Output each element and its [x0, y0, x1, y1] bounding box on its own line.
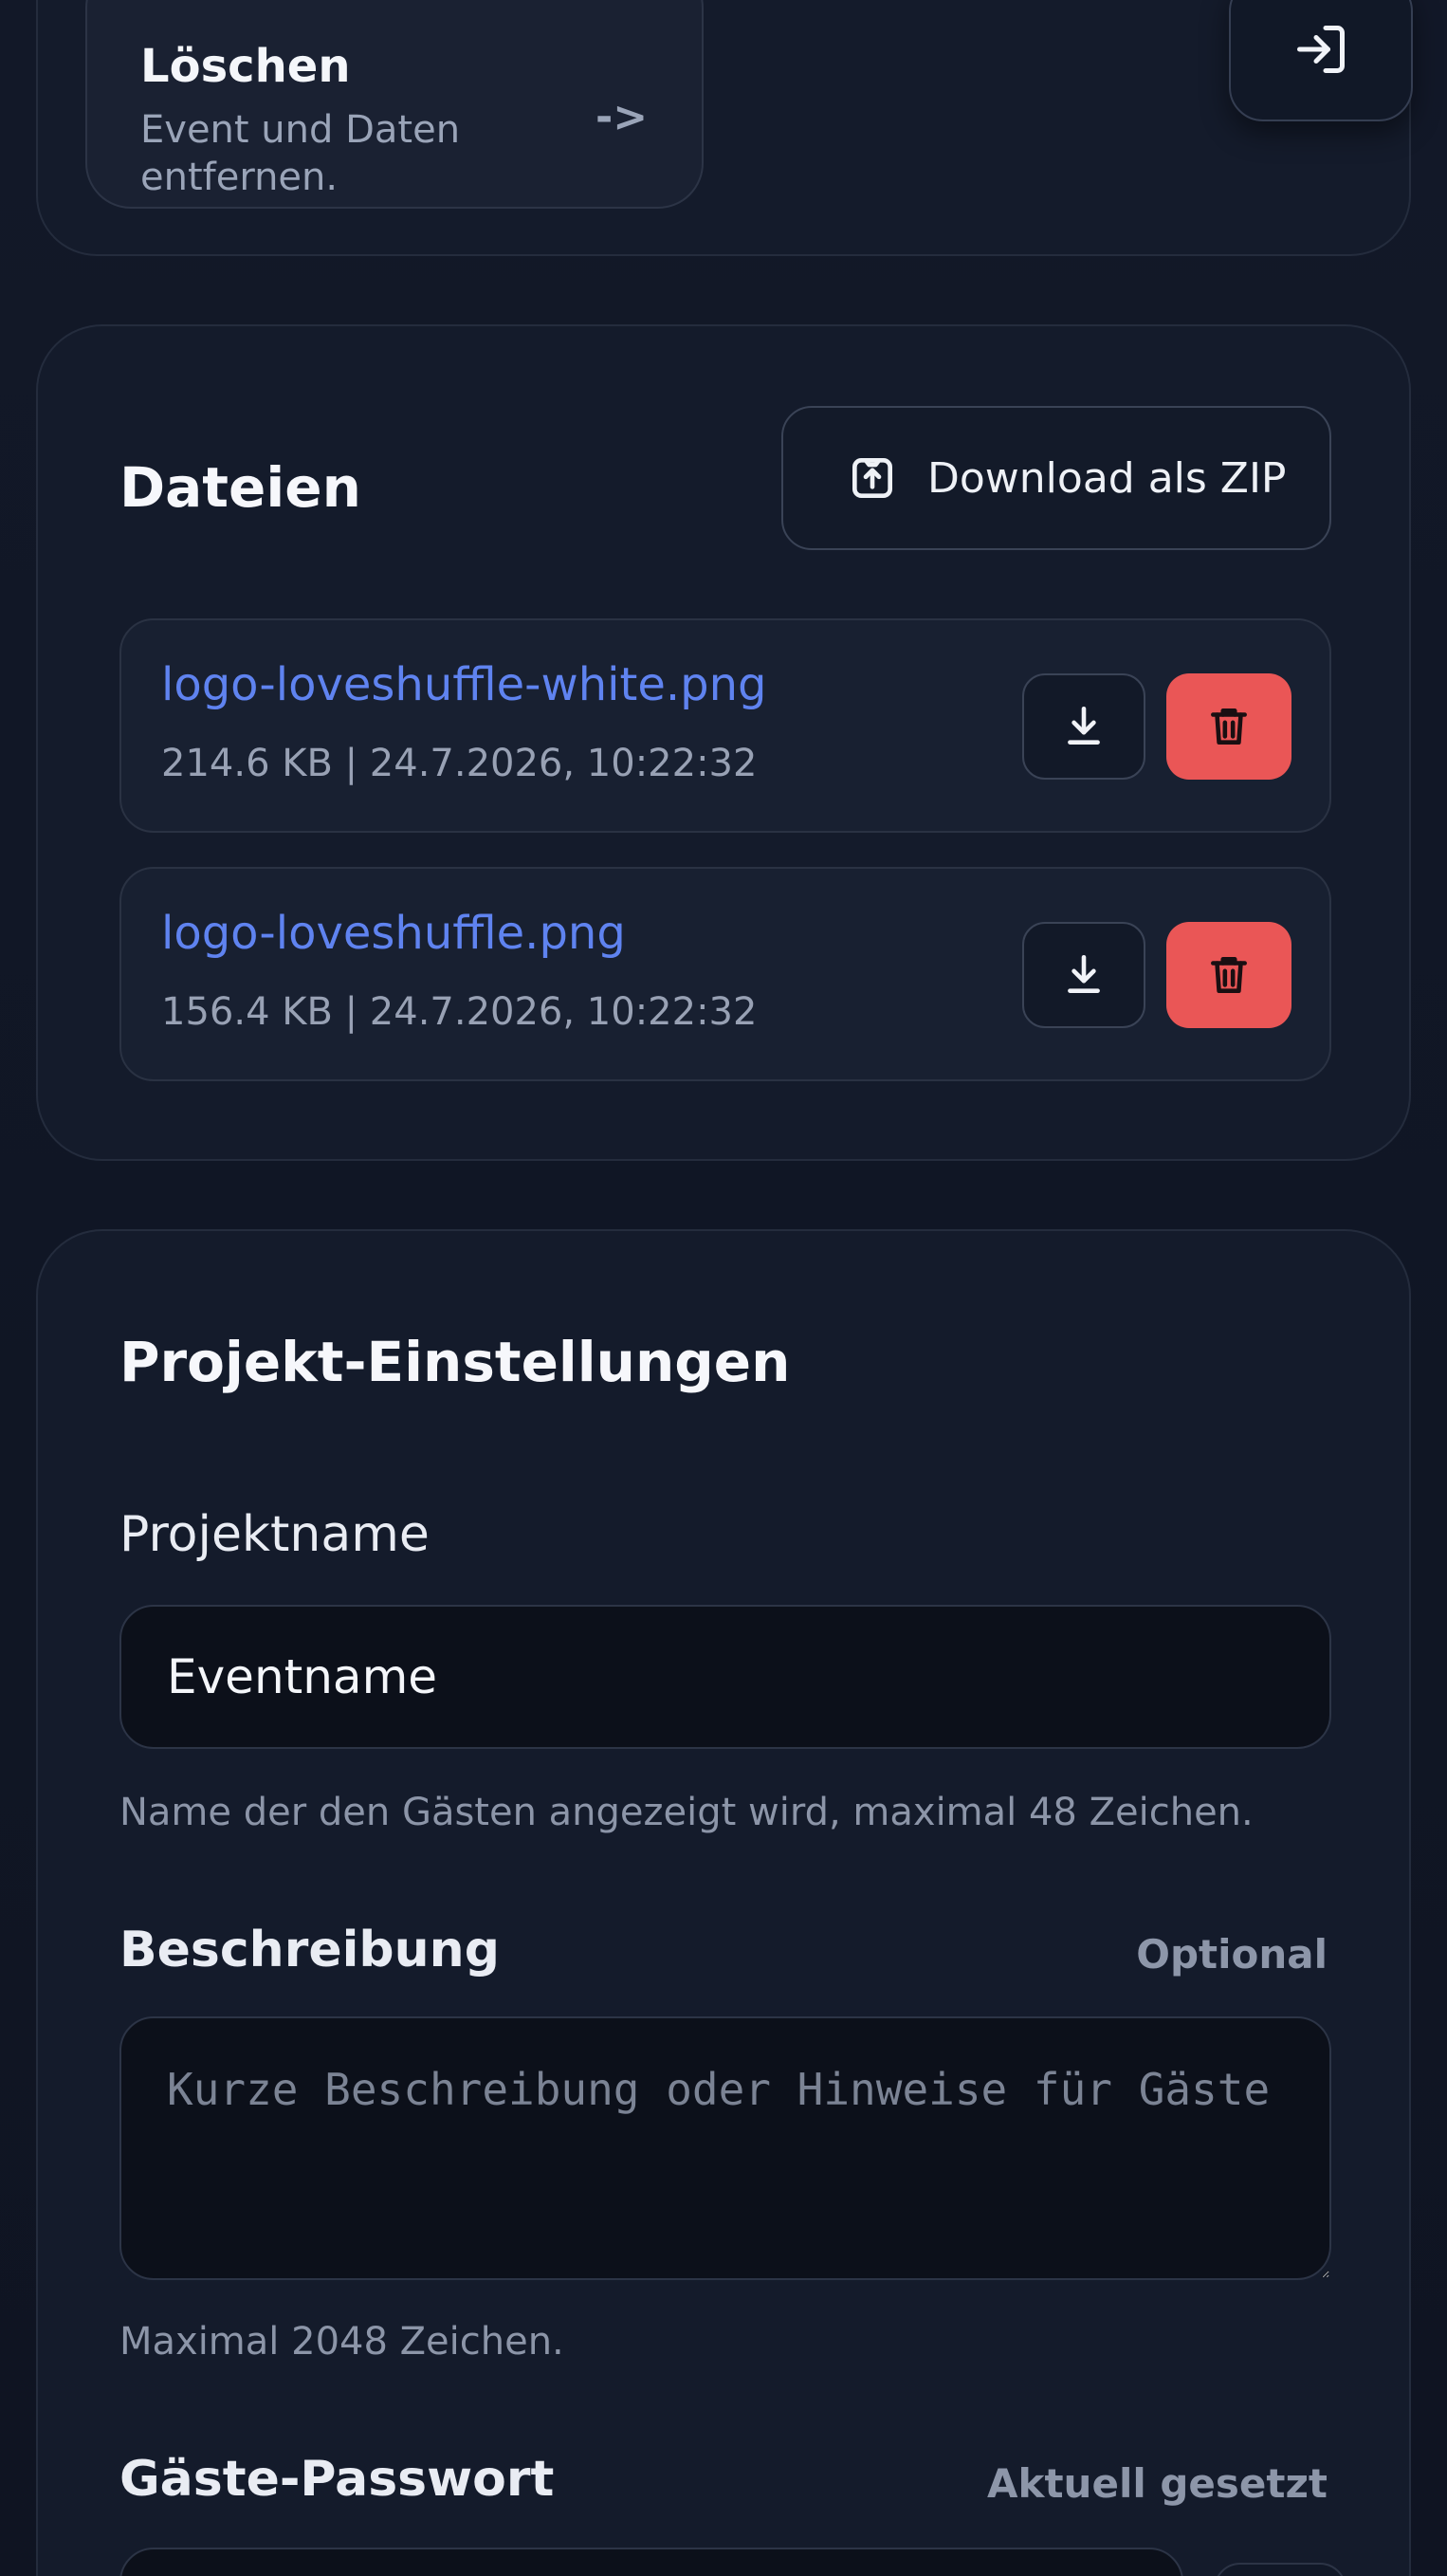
files-card: Dateien Download als ZIP logo-loveshuffl…	[36, 324, 1411, 1161]
project-settings-card: Projekt-Einstellungen Projektname Name d…	[36, 1229, 1411, 2576]
download-zip-button[interactable]: Download als ZIP	[781, 406, 1331, 550]
sign-in-icon	[1297, 26, 1345, 73]
arrow-right-icon: ->	[595, 93, 649, 141]
delete-tile-description: Event und Daten entfernen.	[140, 108, 461, 199]
guest-password-input[interactable]	[119, 2548, 1183, 2576]
download-icon	[1068, 954, 1100, 993]
file-meta: 214.6 KB | 24.7.2026, 10:22:32	[161, 742, 758, 785]
description-hint: Maximal 2048 Zeichen.	[119, 2320, 564, 2364]
delete-event-tile[interactable]: Löschen Event und Daten entfernen. ->	[85, 0, 704, 209]
project-name-hint: Name der den Gästen angezeigt wird, maxi…	[119, 1791, 1254, 1834]
description-textarea[interactable]	[119, 2016, 1331, 2280]
guest-password-label: Gäste-Passwort	[119, 2451, 555, 2508]
sign-in-button[interactable]	[1229, 0, 1413, 121]
file-row: logo-loveshuffle-white.png 214.6 KB | 24…	[119, 618, 1331, 833]
delete-file-button[interactable]	[1166, 922, 1291, 1028]
trash-icon	[1211, 708, 1247, 745]
download-file-button[interactable]	[1022, 673, 1145, 780]
description-label: Beschreibung	[119, 1922, 500, 1978]
download-icon	[1068, 706, 1100, 745]
settings-title: Projekt-Einstellungen	[119, 1330, 791, 1394]
password-status: Aktuell gesetzt	[987, 2460, 1328, 2507]
delete-tile-title: Löschen	[140, 40, 351, 93]
file-name-link[interactable]: logo-loveshuffle-white.png	[161, 658, 766, 711]
password-toggle-button[interactable]	[1214, 2563, 1346, 2576]
download-zip-label: Download als ZIP	[927, 453, 1287, 503]
description-optional-badge: Optional	[1136, 1931, 1328, 1978]
files-title: Dateien	[119, 455, 361, 520]
project-name-input[interactable]	[119, 1605, 1331, 1749]
file-meta: 156.4 KB | 24.7.2026, 10:22:32	[161, 990, 758, 1034]
download-file-button[interactable]	[1022, 922, 1145, 1028]
project-name-label: Projektname	[119, 1506, 430, 1563]
file-name-link[interactable]: logo-loveshuffle.png	[161, 907, 626, 960]
archive-upload-icon	[852, 458, 892, 498]
trash-icon	[1211, 957, 1247, 993]
event-actions-card: Löschen Event und Daten entfernen. ->	[36, 0, 1413, 256]
delete-file-button[interactable]	[1166, 673, 1291, 780]
file-row: logo-loveshuffle.png 156.4 KB | 24.7.202…	[119, 867, 1331, 1081]
page: Löschen Event und Daten entfernen. -> Da…	[0, 0, 1447, 2576]
